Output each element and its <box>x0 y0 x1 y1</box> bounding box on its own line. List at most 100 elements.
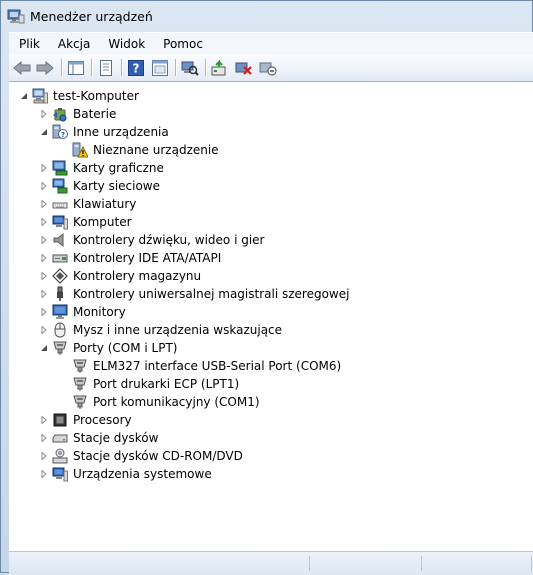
menu-pomoc[interactable]: Pomoc <box>154 37 212 51</box>
tree-item-karty-sieciowe[interactable]: Karty sieciowe <box>9 177 309 195</box>
forward-icon <box>36 60 54 75</box>
tree-item-label: Nieznane urządzenie <box>93 143 219 157</box>
expand-arrow-icon[interactable] <box>39 235 48 244</box>
tree-item-kontrolery-usb[interactable]: Kontrolery uniwersalnej magistrali szere… <box>9 285 349 303</box>
menu-plik[interactable]: Plik <box>9 37 49 51</box>
tree-item-inne-urzadzenia[interactable]: ? Inne urządzenia <box>9 123 309 141</box>
update-driver-button[interactable] <box>209 57 231 78</box>
expand-arrow-icon[interactable] <box>39 109 48 118</box>
uninstall-icon <box>235 62 252 75</box>
tree-item-kontrolery-magazynu[interactable]: Kontrolery magazynu <box>9 267 309 285</box>
display-adapter-icon <box>52 160 68 176</box>
tree-item-label: Kontrolery dźwięku, wideo i gier <box>73 233 265 247</box>
toolbar-separator <box>175 59 177 76</box>
status-cell <box>423 556 532 571</box>
expand-arrow-icon[interactable] <box>39 217 48 226</box>
tree-item-monitory[interactable]: Monitory <box>9 303 309 321</box>
tree-item-procesory[interactable]: Procesory <box>9 411 309 429</box>
tree-item-urzadzenia-systemowe[interactable]: Urządzenia systemowe <box>9 465 309 483</box>
tree-item-porty[interactable]: Porty (COM i LPT) <box>9 339 309 357</box>
tree-item-nieznane-urzadzenie[interactable]: Nieznane urządzenie <box>9 141 309 159</box>
collapse-arrow-icon[interactable] <box>39 127 48 136</box>
expand-arrow-icon[interactable] <box>39 289 48 298</box>
tree-item-label: ELM327 interface USB-Serial Port (COM6) <box>93 359 342 373</box>
tree-item-label: Baterie <box>73 107 117 121</box>
unknown-device-category-icon: ? <box>52 124 68 139</box>
toolbar-separator <box>61 59 63 76</box>
expand-arrow-icon[interactable] <box>39 469 48 478</box>
battery-icon <box>53 108 67 122</box>
tree-item-karty-graficzne[interactable]: Karty graficzne <box>9 159 309 177</box>
svg-text:?: ? <box>133 61 140 75</box>
tree-item-label: Kontrolery magazynu <box>73 269 202 283</box>
collapse-arrow-icon[interactable] <box>19 91 28 100</box>
storage-controller-icon <box>52 268 68 284</box>
properties-icon <box>100 59 112 76</box>
status-cell <box>311 556 422 571</box>
back-icon <box>13 60 31 75</box>
tree-root-label: test-Komputer <box>53 89 139 103</box>
back-button[interactable] <box>11 57 33 78</box>
toolbar-separator <box>91 59 93 76</box>
tree-item-kontrolery-ide[interactable]: Kontrolery IDE ATA/ATAPI <box>9 249 309 267</box>
tree-item-mysz[interactable]: Mysz i inne urządzenia wskazujące <box>9 321 309 339</box>
menu-akcja[interactable]: Akcja <box>49 37 99 51</box>
toolbar: ? <box>9 54 533 82</box>
show-hide-console-tree-icon <box>68 60 84 75</box>
mouse-icon <box>54 322 66 338</box>
device-manager-window: Menedżer urządzeń Plik Akcja Widok Pomoc <box>0 0 533 575</box>
port-icon <box>73 359 87 373</box>
tree-item-stacje-dyskow[interactable]: Stacje dysków <box>9 429 309 447</box>
keyboard-icon <box>52 202 68 209</box>
tree-item-label: Stacje dysków CD-ROM/DVD <box>73 449 243 463</box>
help-icon: ? <box>128 59 144 76</box>
port-icon <box>73 377 87 391</box>
device-tree[interactable]: test-Komputer Baterie ? Inne urządzenia … <box>9 81 533 551</box>
speaker-icon <box>53 232 64 248</box>
properties-button[interactable] <box>95 57 117 78</box>
scan-hardware-button[interactable] <box>179 57 201 78</box>
monitor-icon <box>52 304 68 319</box>
tree-item-klawiatury[interactable]: Klawiatury <box>9 195 309 213</box>
tree-item-stacje-cdrom[interactable]: Stacje dysków CD-ROM/DVD <box>9 447 309 465</box>
expand-arrow-icon[interactable] <box>39 199 48 208</box>
menu-bar: Plik Akcja Widok Pomoc <box>9 32 533 55</box>
disk-drive-icon <box>52 434 68 443</box>
tree-item-label: Stacje dysków <box>73 431 159 445</box>
enable-disable-button[interactable] <box>257 57 279 78</box>
tree-root[interactable]: test-Komputer <box>9 87 309 105</box>
forward-button[interactable] <box>34 57 56 78</box>
expand-arrow-icon[interactable] <box>39 415 48 424</box>
tree-item-baterie[interactable]: Baterie <box>9 105 309 123</box>
menu-widok[interactable]: Widok <box>99 37 154 51</box>
uninstall-button[interactable] <box>233 57 255 78</box>
tree-item-com1-port[interactable]: Port komunikacyjny (COM1) <box>9 393 309 411</box>
expand-arrow-icon[interactable] <box>39 163 48 172</box>
tree-item-label: Karty graficzne <box>73 161 164 175</box>
show-hide-console-tree-button[interactable] <box>65 57 87 78</box>
title-bar[interactable]: Menedżer urządzeń <box>1 1 533 31</box>
expand-arrow-icon[interactable] <box>39 307 48 316</box>
collapse-arrow-icon[interactable] <box>39 343 48 352</box>
network-adapter-icon <box>52 178 68 194</box>
toolbar-separator <box>121 59 123 76</box>
help-button[interactable]: ? <box>125 57 147 78</box>
tree-item-komputer[interactable]: Komputer <box>9 213 309 231</box>
tree-item-label: Komputer <box>73 215 132 229</box>
tree-item-label: Porty (COM i LPT) <box>73 341 178 355</box>
tree-item-lpt1-port[interactable]: Port drukarki ECP (LPT1) <box>9 375 309 393</box>
expand-arrow-icon[interactable] <box>39 181 48 190</box>
ide-controller-icon <box>52 254 68 263</box>
expand-arrow-icon[interactable] <box>39 451 48 460</box>
tree-item-label: Klawiatury <box>73 197 137 211</box>
tree-item-elm327-port[interactable]: ELM327 interface USB-Serial Port (COM6) <box>9 357 341 375</box>
tree-item-label: Inne urządzenia <box>73 125 169 139</box>
expand-arrow-icon[interactable] <box>39 325 48 334</box>
expand-arrow-icon[interactable] <box>39 271 48 280</box>
expand-arrow-icon[interactable] <box>39 253 48 262</box>
console-button[interactable] <box>149 57 171 78</box>
tree-item-kontrolery-dzwieku[interactable]: Kontrolery dźwięku, wideo i gier <box>9 231 309 249</box>
tree-item-label: Procesory <box>73 413 132 427</box>
expand-arrow-icon[interactable] <box>39 433 48 442</box>
update-driver-icon <box>211 59 226 75</box>
